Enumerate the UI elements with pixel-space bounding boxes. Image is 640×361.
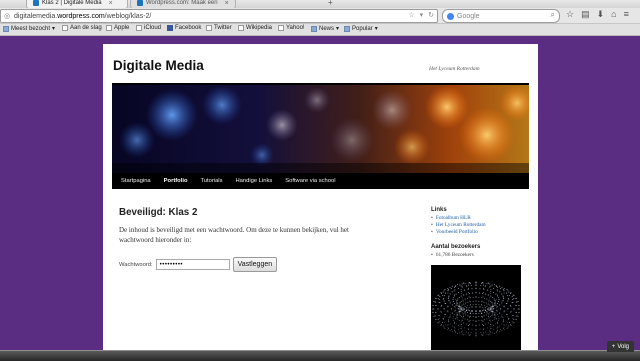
browser-tab-strip: Klas 2 | Digitale Media × Wordpress.com:… <box>0 0 640 8</box>
wordpress-favicon-icon <box>137 0 143 6</box>
links-widget-title: Links <box>431 207 447 213</box>
bookmark-label: Apple <box>114 25 130 31</box>
post-content: Beveiligd: Klas 2 De inhoud is beveiligd… <box>119 207 389 245</box>
sidebar-link-fotoalbum[interactable]: Fotoalbum HLR <box>431 215 531 222</box>
url-prefix: digitalemedia. <box>14 12 58 20</box>
url-host: wordpress.com <box>57 12 105 20</box>
bookmark-label: Facebook <box>175 25 202 31</box>
new-tab-icon[interactable]: + <box>328 0 333 7</box>
tab-label: Klas 2 | Digitale Media <box>42 0 102 6</box>
bookmark-star-icon[interactable]: ☆ <box>408 11 414 19</box>
dropdown-icon[interactable]: ▾ <box>420 11 424 19</box>
bookmark-facebook[interactable]: Facebook <box>167 25 201 31</box>
header-image[interactable] <box>112 83 529 175</box>
globe-icon: ◎ <box>4 12 11 20</box>
url-path: /weblog/klas-2/ <box>104 12 152 20</box>
bookmarks-star-icon[interactable]: ☆ <box>566 9 574 20</box>
search-bar[interactable]: Google ⌕ <box>442 9 560 23</box>
bookmark-label: News <box>319 25 335 32</box>
site-title[interactable]: Digitale Media <box>113 58 204 73</box>
address-bar[interactable]: ◎ digitalemedia. wordpress.com/weblog/kla… <box>0 9 438 23</box>
close-tab-icon[interactable]: × <box>225 0 229 7</box>
page-icon <box>278 25 284 31</box>
sidebar-link-lyceum[interactable]: Het Lyceum Rotterdam <box>431 222 531 229</box>
tab-wordpress[interactable]: Wordpress.com: Maak een × <box>130 0 236 8</box>
links-list: Fotoalbum HLR Het Lyceum Rotterdam Voorb… <box>431 215 531 236</box>
bookmark-label: Wikipedia <box>246 25 273 31</box>
sidebar: Links Fotoalbum HLR Het Lyceum Rotterdam… <box>431 207 531 353</box>
search-icon[interactable]: ⌕ <box>551 10 555 20</box>
menu-item-startpagina[interactable]: Startpagina <box>121 178 151 184</box>
bookmark-aan-de-slag[interactable]: Aan de slag <box>62 25 102 31</box>
menu-icon[interactable]: ≡ <box>624 9 629 20</box>
bookmark-label: Aan de slag <box>70 25 102 31</box>
sidebar-link-portfolio[interactable]: Voorbeeld Portfolio <box>431 229 531 236</box>
bookmark-news[interactable]: News ▾ <box>311 25 339 32</box>
close-tab-icon[interactable]: × <box>109 0 113 7</box>
folder-icon <box>344 25 350 32</box>
bookmark-label: Meest bezocht <box>11 25 51 32</box>
stats-widget-title: Aantal bezoekers <box>431 244 481 250</box>
download-icon[interactable]: ⬇ <box>597 9 605 20</box>
password-field[interactable]: ••••••••• <box>155 259 230 270</box>
page-icon <box>106 25 112 31</box>
search-placeholder: Google <box>457 12 480 20</box>
menu-item-software[interactable]: Software via school <box>285 178 335 184</box>
follow-button[interactable]: + Volg <box>606 341 634 352</box>
chevron-down-icon: ▾ <box>336 26 340 32</box>
post-title: Beveiligd: Klas 2 <box>119 207 198 218</box>
wordpress-favicon-icon <box>33 0 39 6</box>
library-icon[interactable]: ▤ <box>581 9 590 20</box>
home-icon[interactable]: ⌂ <box>611 9 616 20</box>
bookmark-wikipedia[interactable]: Wikipedia <box>238 25 272 31</box>
chevron-down-icon: ▾ <box>374 26 378 32</box>
most-visited-icon <box>3 25 9 32</box>
tab-klas-2[interactable]: Klas 2 | Digitale Media × <box>26 0 128 8</box>
bookmark-twitter[interactable]: Twitter <box>206 25 232 31</box>
bookmark-label: Yahoo! <box>286 25 305 31</box>
follow-label: Volg <box>617 343 629 350</box>
google-icon <box>447 12 454 20</box>
navigation-bar: ◎ digitalemedia. wordpress.com/weblog/kla… <box>0 8 640 24</box>
bookmark-icloud[interactable]: iCloud <box>136 25 161 31</box>
bookmark-apple[interactable]: Apple <box>106 25 129 31</box>
page-icon <box>62 25 68 31</box>
reload-icon[interactable]: ↻ <box>428 11 434 19</box>
bookmark-label: Twitter <box>214 25 232 31</box>
bookmarks-toolbar: Meest bezocht ▾ Aan de slag Apple iCloud … <box>0 24 640 36</box>
page-container: Digitale Media Het Lyceum Rotterdam Star… <box>103 44 538 360</box>
post-text: De inhoud is beveiligd met een wachtwoor… <box>119 226 349 244</box>
tab-label: Wordpress.com: Maak een <box>146 0 218 6</box>
password-label: Wachtwoord: <box>119 261 153 268</box>
bookmark-label: iCloud <box>144 25 162 31</box>
bookmark-popular[interactable]: Popular ▾ <box>344 25 378 32</box>
plus-icon: + <box>611 343 616 350</box>
folder-icon <box>311 25 317 32</box>
page-icon <box>136 25 142 31</box>
submit-button[interactable]: Vastleggen <box>232 257 278 272</box>
menu-item-portfolio[interactable]: Portfolio <box>164 178 188 184</box>
page-icon <box>238 25 244 31</box>
page-icon <box>206 25 212 31</box>
site-description: Het Lyceum Rotterdam <box>429 66 480 72</box>
bookmark-meest-bezocht[interactable]: Meest bezocht ▾ <box>3 25 55 32</box>
password-form: Wachtwoord: ••••••••• Vastleggen <box>119 257 278 272</box>
main-menu: Startpagina Portfolio Tutorials Handige … <box>112 173 529 189</box>
facebook-icon <box>167 25 173 31</box>
torus-image <box>431 265 521 353</box>
menu-item-handige-links[interactable]: Handige Links <box>236 178 273 184</box>
visitor-count: 61,786 Bezoekers <box>431 252 531 258</box>
bookmark-yahoo[interactable]: Yahoo! <box>278 25 305 31</box>
chevron-down-icon: ▾ <box>52 26 56 32</box>
bookmark-label: Popular <box>352 25 373 32</box>
dock <box>0 350 640 361</box>
menu-item-tutorials[interactable]: Tutorials <box>200 178 222 184</box>
